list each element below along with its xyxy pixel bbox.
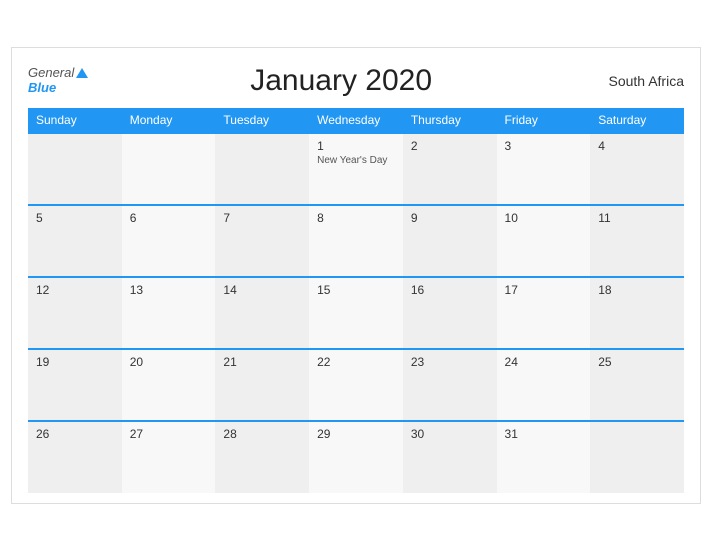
- day-number: 16: [411, 283, 489, 297]
- calendar-day-cell: 22: [309, 349, 403, 421]
- calendar-day-cell: 1 New Year's Day: [309, 133, 403, 205]
- calendar-day-cell: 3: [497, 133, 591, 205]
- calendar-day-cell: 5: [28, 205, 122, 277]
- calendar-day-cell: 10: [497, 205, 591, 277]
- day-number: 14: [223, 283, 301, 297]
- calendar-day-cell: 27: [122, 421, 216, 493]
- calendar-day-cell: [122, 133, 216, 205]
- event-label: New Year's Day: [317, 155, 395, 166]
- day-number: 9: [411, 211, 489, 225]
- calendar-title: January 2020: [88, 64, 594, 98]
- logo-general-text: General: [28, 66, 74, 80]
- day-number: 11: [598, 211, 676, 225]
- calendar-day-cell: 24: [497, 349, 591, 421]
- weekday-header: Monday: [122, 108, 216, 133]
- day-number: 31: [505, 427, 583, 441]
- day-number: 5: [36, 211, 114, 225]
- weekday-header: Wednesday: [309, 108, 403, 133]
- calendar-week-row: 12 13 14 15 16 17 18: [28, 277, 684, 349]
- day-number: 20: [130, 355, 208, 369]
- day-number: 21: [223, 355, 301, 369]
- weekday-header: Tuesday: [215, 108, 309, 133]
- calendar-table: SundayMondayTuesdayWednesdayThursdayFrid…: [28, 108, 684, 493]
- calendar-day-cell: [215, 133, 309, 205]
- calendar-day-cell: 2: [403, 133, 497, 205]
- calendar-day-cell: 26: [28, 421, 122, 493]
- calendar-day-cell: 29: [309, 421, 403, 493]
- day-number: 3: [505, 139, 583, 153]
- calendar-day-cell: 13: [122, 277, 216, 349]
- day-number: 8: [317, 211, 395, 225]
- logo: General Blue: [28, 66, 88, 95]
- day-number: 18: [598, 283, 676, 297]
- day-number: 23: [411, 355, 489, 369]
- calendar-day-cell: 12: [28, 277, 122, 349]
- day-number: 28: [223, 427, 301, 441]
- calendar-week-row: 5 6 7 8 9 10 11: [28, 205, 684, 277]
- weekday-header: Thursday: [403, 108, 497, 133]
- calendar-day-cell: 18: [590, 277, 684, 349]
- calendar-day-cell: 25: [590, 349, 684, 421]
- day-number: 1: [317, 139, 395, 153]
- weekday-header: Saturday: [590, 108, 684, 133]
- calendar-day-cell: 9: [403, 205, 497, 277]
- day-number: 19: [36, 355, 114, 369]
- calendar-day-cell: 28: [215, 421, 309, 493]
- country-label: South Africa: [594, 73, 684, 89]
- day-number: 12: [36, 283, 114, 297]
- calendar-day-cell: 14: [215, 277, 309, 349]
- weekday-header: Sunday: [28, 108, 122, 133]
- calendar-week-row: 1 New Year's Day 2 3 4: [28, 133, 684, 205]
- calendar-container: General Blue January 2020 South Africa S…: [11, 47, 701, 504]
- day-number: 7: [223, 211, 301, 225]
- calendar-header: General Blue January 2020 South Africa: [28, 64, 684, 98]
- calendar-day-cell: 4: [590, 133, 684, 205]
- weekday-header: Friday: [497, 108, 591, 133]
- day-number: 6: [130, 211, 208, 225]
- weekday-header-row: SundayMondayTuesdayWednesdayThursdayFrid…: [28, 108, 684, 133]
- day-number: 13: [130, 283, 208, 297]
- calendar-day-cell: [590, 421, 684, 493]
- calendar-day-cell: 30: [403, 421, 497, 493]
- day-number: 4: [598, 139, 676, 153]
- day-number: 15: [317, 283, 395, 297]
- calendar-day-cell: 31: [497, 421, 591, 493]
- calendar-day-cell: 21: [215, 349, 309, 421]
- day-number: 17: [505, 283, 583, 297]
- calendar-day-cell: 6: [122, 205, 216, 277]
- day-number: 25: [598, 355, 676, 369]
- day-number: 27: [130, 427, 208, 441]
- day-number: 24: [505, 355, 583, 369]
- day-number: 29: [317, 427, 395, 441]
- calendar-day-cell: 17: [497, 277, 591, 349]
- calendar-day-cell: 7: [215, 205, 309, 277]
- calendar-day-cell: 23: [403, 349, 497, 421]
- calendar-week-row: 26 27 28 29 30 31: [28, 421, 684, 493]
- day-number: 30: [411, 427, 489, 441]
- logo-blue-text: Blue: [28, 81, 56, 95]
- calendar-day-cell: [28, 133, 122, 205]
- day-number: 2: [411, 139, 489, 153]
- day-number: 10: [505, 211, 583, 225]
- calendar-day-cell: 8: [309, 205, 403, 277]
- day-number: 26: [36, 427, 114, 441]
- calendar-day-cell: 19: [28, 349, 122, 421]
- logo-triangle-icon: [76, 68, 88, 78]
- day-number: 22: [317, 355, 395, 369]
- calendar-day-cell: 16: [403, 277, 497, 349]
- calendar-week-row: 19 20 21 22 23 24 25: [28, 349, 684, 421]
- calendar-day-cell: 15: [309, 277, 403, 349]
- calendar-day-cell: 11: [590, 205, 684, 277]
- calendar-day-cell: 20: [122, 349, 216, 421]
